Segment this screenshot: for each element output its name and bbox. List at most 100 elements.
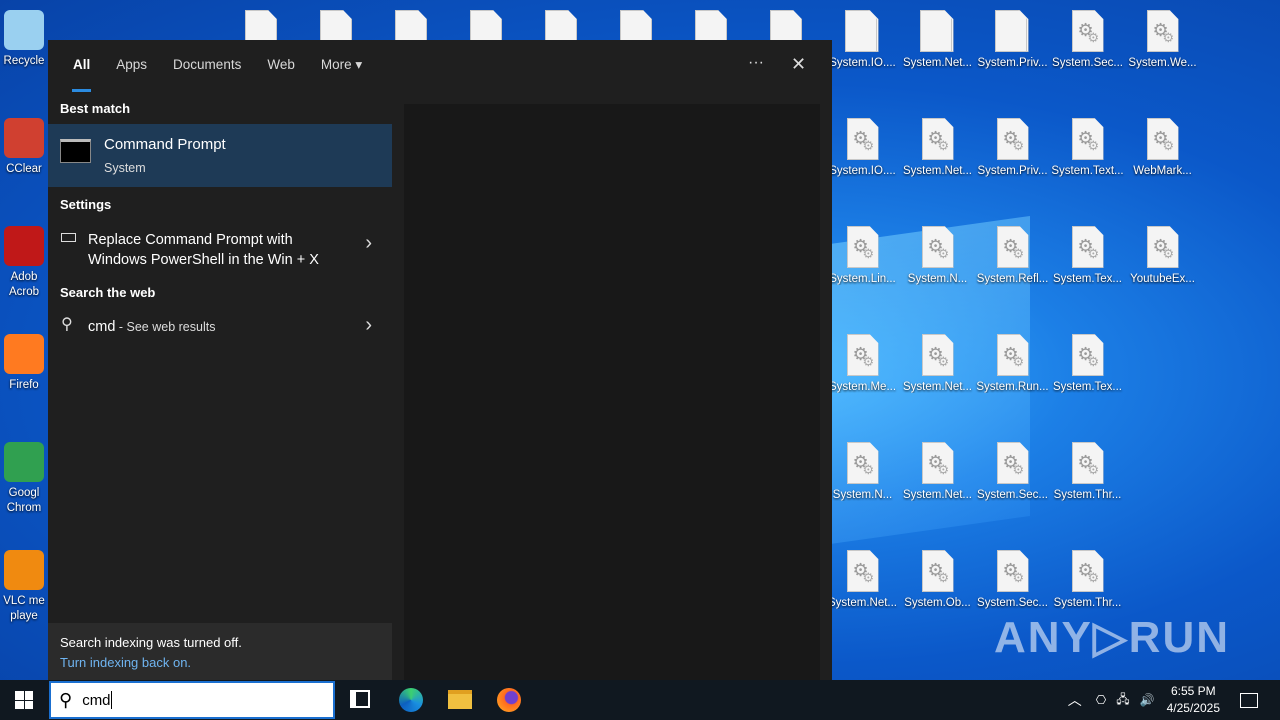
file-explorer-icon[interactable] (448, 690, 472, 709)
desktop-file-icon[interactable]: ⚙ ⚙ System.Ob... (900, 550, 975, 609)
chevron-up-icon[interactable]: ︿ (1068, 690, 1082, 710)
tab-all[interactable]: All (60, 40, 103, 92)
gear-file-icon: ⚙⚙ (921, 226, 954, 268)
desktop-file-icon[interactable]: ⚙ ⚙ System.We... (1125, 10, 1200, 69)
desktop-icon-label: System.Net... (902, 381, 973, 393)
search-icon: ⚲ (61, 316, 73, 333)
desktop-file-icon[interactable]: ⚙ ⚙ System.Text... (1050, 118, 1125, 177)
web-search-result[interactable]: ⚲ cmd - See web results › (48, 312, 392, 342)
gear-file-icon: ⚙⚙ (996, 550, 1029, 592)
desktop-file-icon[interactable]: ⚙ ⚙ System.N... (900, 226, 975, 285)
desktop-icon[interactable]: VLC me playe (0, 550, 48, 624)
settings-line2: Windows PowerShell in the Win + X (88, 252, 319, 268)
start-button[interactable] (15, 691, 33, 709)
desktop-icon-label: WebMark... (1133, 165, 1192, 177)
gear-file-icon: ⚙⚙ (846, 550, 879, 592)
chevron-right-icon[interactable]: › (365, 232, 372, 255)
desktop-icon-label: Firefo (9, 379, 39, 391)
desktop-file-icon[interactable]: ⚙ ⚙ System.Thr... (1050, 550, 1125, 609)
app-icon (4, 10, 44, 50)
gear-file-icon: ⚙⚙ (1071, 118, 1104, 160)
desktop-icon[interactable]: Googl Chrom (0, 442, 48, 516)
time: 6:55 PM (1170, 684, 1216, 698)
search-web-header: Search the web (60, 285, 156, 300)
desktop-icon-label: System.N... (832, 489, 893, 501)
desktop-icon[interactable]: Adob Acrob (0, 226, 48, 300)
desktop-file-icon[interactable] (845, 10, 877, 52)
camera-icon[interactable]: ⎔ (1096, 693, 1106, 707)
notification-icon[interactable] (1240, 692, 1258, 708)
desktop-file-icon[interactable] (920, 10, 952, 52)
gear-file-icon: ⚙⚙ (1146, 226, 1179, 268)
chevron-right-icon[interactable]: › (365, 314, 372, 337)
desktop-file-icon[interactable]: ⚙⚙ System.Net... (900, 334, 975, 393)
close-button[interactable]: ✕ (791, 54, 806, 75)
desktop-file-icon[interactable]: ⚙ ⚙ System.Me... (825, 334, 900, 393)
desktop-file-icon[interactable]: ⚙ ⚙ System.Tex... (1050, 334, 1125, 393)
desktop-icon-label: VLC me playe (3, 595, 45, 622)
desktop-icon-label: System.Run... (976, 381, 1049, 393)
desktop-icon-label: System.Ob... (904, 597, 971, 609)
desktop-icon-label: System.Net... (902, 57, 973, 69)
app-icon (4, 226, 44, 266)
search-icon: ⚲ (59, 689, 73, 710)
search-input[interactable]: cmd (82, 692, 110, 709)
desktop-file-icon[interactable]: ⚙ ⚙ System.Run... (975, 334, 1050, 393)
desktop-file-icon[interactable]: ⚙ ⚙ System.Tex... (1050, 226, 1125, 285)
taskbar-search-box[interactable]: ⚲ cmd (49, 681, 335, 719)
gear-file-icon: ⚙⚙ (996, 226, 1029, 268)
desktop-file-icon[interactable]: ⚙ ⚙ System.N... (825, 442, 900, 501)
desktop-file-icon[interactable]: ⚙ ⚙ YoutubeEx... (1125, 226, 1200, 285)
gear-file-icon: ⚙⚙ (1071, 10, 1104, 52)
clock[interactable]: 6:55 PM 4/25/2025 (1167, 683, 1220, 717)
web-suffix: - See web results (115, 320, 216, 334)
more-options-button[interactable]: ··· (748, 54, 764, 72)
desktop-icon-label: YoutubeEx... (1130, 273, 1195, 285)
desktop-icon-label: System.Sec... (977, 489, 1048, 501)
desktop-file-icon[interactable]: ⚙⚙ System.Net... (900, 442, 975, 501)
gear-file-icon: ⚙⚙ (1146, 10, 1179, 52)
best-match-command-prompt[interactable]: Command Prompt System (48, 124, 392, 187)
tab-more[interactable]: More ▾ (308, 40, 375, 92)
desktop-icon-label: System.Lin... (829, 273, 896, 285)
desktop-file-icon[interactable]: ⚙ ⚙ WebMark... (1125, 118, 1200, 177)
desktop-file-icon[interactable]: ⚙ ⚙ System.Lin... (825, 226, 900, 285)
desktop-file-icon[interactable] (995, 10, 1027, 52)
volume-icon[interactable]: 🔊 (1140, 693, 1155, 707)
firefox-icon[interactable] (497, 688, 521, 712)
desktop-file-icon[interactable]: ⚙⚙ System.Net... (900, 118, 975, 177)
desktop-file-icon[interactable]: ⚙ ⚙ System.Sec... (975, 442, 1050, 501)
network-icon[interactable]: 🖧 (1116, 690, 1129, 711)
gear-file-icon: ⚙⚙ (846, 226, 879, 268)
gear-file-icon: ⚙⚙ (996, 118, 1029, 160)
gear-file-icon: ⚙⚙ (846, 442, 879, 484)
desktop-file-icon[interactable]: ⚙ ⚙ System.Refl... (975, 226, 1050, 285)
turn-indexing-on-link[interactable]: Turn indexing back on. (60, 653, 380, 673)
task-view-icon[interactable] (350, 690, 370, 708)
tab-documents[interactable]: Documents (160, 40, 254, 92)
edge-icon[interactable] (399, 688, 423, 712)
desktop-icon[interactable]: Recycle (0, 10, 48, 69)
desktop-file-icon[interactable]: ⚙ ⚙ System.Sec... (975, 550, 1050, 609)
settings-result[interactable]: Replace Command Prompt with Windows Power… (48, 224, 392, 270)
desktop-icon-label: System.Net... (902, 165, 973, 177)
desktop-file-icon[interactable]: ⚙⚙ System.Net... (825, 550, 900, 609)
desktop-icon[interactable]: Firefo (0, 334, 48, 393)
desktop-icon-label: Adob Acrob (8, 271, 40, 298)
desktop-file-icon[interactable]: ⚙⚙ System.Priv... (975, 118, 1050, 177)
indexing-message: Search indexing was turned off. (60, 635, 242, 650)
desktop-icon-label: System.Priv... (977, 165, 1048, 177)
desktop-file-icon[interactable]: ⚙⚙ System.IO.... (825, 118, 900, 177)
desktop-icon-label: System.Me... (828, 381, 897, 393)
date: 4/25/2025 (1166, 701, 1220, 715)
indexing-notice: Search indexing was turned off. Turn ind… (48, 623, 392, 680)
desktop-icon[interactable]: CClear (0, 118, 48, 177)
desktop-file-icon[interactable]: ⚙ ⚙ System.Thr... (1050, 442, 1125, 501)
gear-file-icon: ⚙⚙ (1071, 226, 1104, 268)
desktop-file-icon[interactable]: ⚙ ⚙ System.Sec... (1050, 10, 1125, 69)
gear-file-icon: ⚙⚙ (996, 442, 1029, 484)
tab-web[interactable]: Web (254, 40, 308, 92)
desktop-icon-label: System.Net... (827, 597, 898, 609)
tab-apps[interactable]: Apps (103, 40, 160, 92)
web-query: cmd (88, 319, 116, 335)
